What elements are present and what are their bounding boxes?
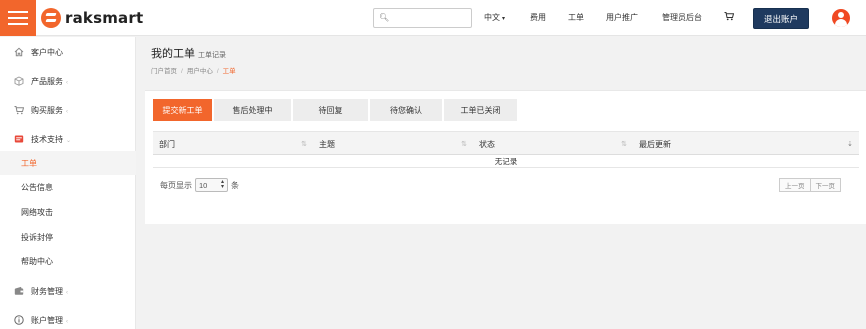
prev-page-button[interactable]: 上一页 <box>779 178 811 192</box>
sort-icon: ⇅ <box>621 141 627 148</box>
chevron-left-icon: ‹ <box>66 318 68 325</box>
brand-logo[interactable]: raksmart <box>41 8 143 28</box>
sidebar-subitem-help-center[interactable]: 帮助中心 <box>0 249 136 273</box>
user-avatar-icon[interactable] <box>832 9 850 27</box>
brand-name: raksmart <box>65 9 144 27</box>
empty-table-message: 无记录 <box>153 155 859 168</box>
caret-down-icon: ▾ <box>502 16 506 22</box>
top-navbar: raksmart 🔍︎ 中文 ▾ 费用 工单 用户推广 管理员后台 退出账户 <box>0 0 866 36</box>
sidebar-subitem-tickets[interactable]: 工单 <box>0 151 136 175</box>
search-input[interactable] <box>390 10 468 26</box>
column-header-department[interactable]: 部门 ⇅ <box>153 132 313 156</box>
search-box[interactable]: 🔍︎ <box>373 8 472 28</box>
home-icon <box>14 47 24 57</box>
menu-toggle-icon[interactable] <box>0 0 36 36</box>
column-header-subject[interactable]: 主题 ⇅ <box>313 132 473 156</box>
breadcrumb-user-center[interactable]: 用户中心 <box>187 68 213 75</box>
sort-icon: ⇅ <box>301 141 307 148</box>
info-icon <box>14 315 24 325</box>
sidebar-subitem-announcements[interactable]: 公告信息 <box>0 175 136 199</box>
sidebar-item-products[interactable]: 产品服务 ‹ <box>0 69 136 93</box>
nav-tickets[interactable]: 工单 <box>568 12 584 23</box>
language-dropdown[interactable]: 中文 ▾ <box>484 12 505 23</box>
nav-referral[interactable]: 用户推广 <box>606 12 638 23</box>
sidebar-item-customer-center[interactable]: 客户中心 <box>0 40 136 64</box>
chevron-left-icon: ‹ <box>66 289 68 296</box>
raksmart-logo-icon <box>41 8 61 28</box>
pagination: 上一页 下一页 <box>779 178 841 192</box>
tab-awaiting-confirm[interactable]: 待您确认 <box>370 99 442 121</box>
nav-admin[interactable]: 管理员后台 <box>662 12 702 23</box>
page-size-select[interactable]: 10 ▴ ▾ <box>195 178 228 192</box>
logout-button[interactable]: 退出账户 <box>753 8 809 29</box>
table-header: 部门 ⇅ 主题 ⇅ 状态 ⇅ 最后更新 ⇣ <box>153 131 859 155</box>
tickets-panel: 提交新工单 售后处理中 待回复 待您确认 工单已关闭 部门 ⇅ 主题 ⇅ 状态 ⇅ 最… <box>145 90 866 224</box>
page-subtitle: 工单记录 <box>198 52 226 59</box>
page-size-control: 每页显示 10 ▴ ▾ 条 <box>160 178 239 192</box>
sidebar-item-tech-support[interactable]: 技术支持 ⌄ <box>0 127 136 151</box>
cart-icon <box>14 106 24 115</box>
chevron-down-icon: ⌄ <box>66 137 72 144</box>
wallet-icon <box>14 286 24 295</box>
column-header-last-updated[interactable]: 最后更新 ⇣ <box>633 132 859 156</box>
tab-closed[interactable]: 工单已关闭 <box>444 99 517 121</box>
sort-desc-icon: ⇣ <box>847 141 853 148</box>
search-icon: 🔍︎ <box>379 13 390 22</box>
sidebar: 客户中心 产品服务 ‹ 购买服务 ‹ 技术支持 ⌄ 工单 公告信息 网络攻击 投诉封停… <box>0 37 136 329</box>
breadcrumb: 门户首页 / 用户中心 / 工单 <box>151 68 236 75</box>
sidebar-item-account[interactable]: 账户管理 ‹ <box>0 308 136 329</box>
page-title: 我的工单 工单记录 <box>151 48 226 60</box>
page-size-prefix: 每页显示 <box>160 180 192 190</box>
tab-processing[interactable]: 售后处理中 <box>214 99 291 121</box>
chevron-left-icon: ‹ <box>66 79 68 86</box>
tab-awaiting-reply[interactable]: 待回复 <box>293 99 368 121</box>
sidebar-subitem-network-attacks[interactable]: 网络攻击 <box>0 200 136 224</box>
sort-icon: ⇅ <box>461 141 467 148</box>
cart-icon[interactable] <box>724 11 734 21</box>
nav-billing[interactable]: 费用 <box>530 12 546 23</box>
sidebar-item-finance[interactable]: 财务管理 ‹ <box>0 279 136 303</box>
breadcrumb-current: 工单 <box>222 68 236 75</box>
select-arrows-icon: ▴ ▾ <box>220 179 224 190</box>
breadcrumb-home[interactable]: 门户首页 <box>151 68 177 75</box>
next-page-button[interactable]: 下一页 <box>810 178 841 192</box>
page-size-suffix: 条 <box>231 180 239 190</box>
column-header-status[interactable]: 状态 ⇅ <box>473 132 633 156</box>
tickets-table: 部门 ⇅ 主题 ⇅ 状态 ⇅ 最后更新 ⇣ 无记录 <box>153 131 859 168</box>
cube-icon <box>14 76 24 86</box>
sidebar-subitem-complaints[interactable]: 投诉封停 <box>0 225 136 249</box>
ticket-tabs: 提交新工单 售后处理中 待回复 待您确认 工单已关闭 <box>153 99 517 121</box>
sidebar-item-purchase[interactable]: 购买服务 ‹ <box>0 98 136 122</box>
support-icon <box>14 135 24 143</box>
tab-new-ticket[interactable]: 提交新工单 <box>153 99 212 121</box>
chevron-left-icon: ‹ <box>66 108 68 115</box>
